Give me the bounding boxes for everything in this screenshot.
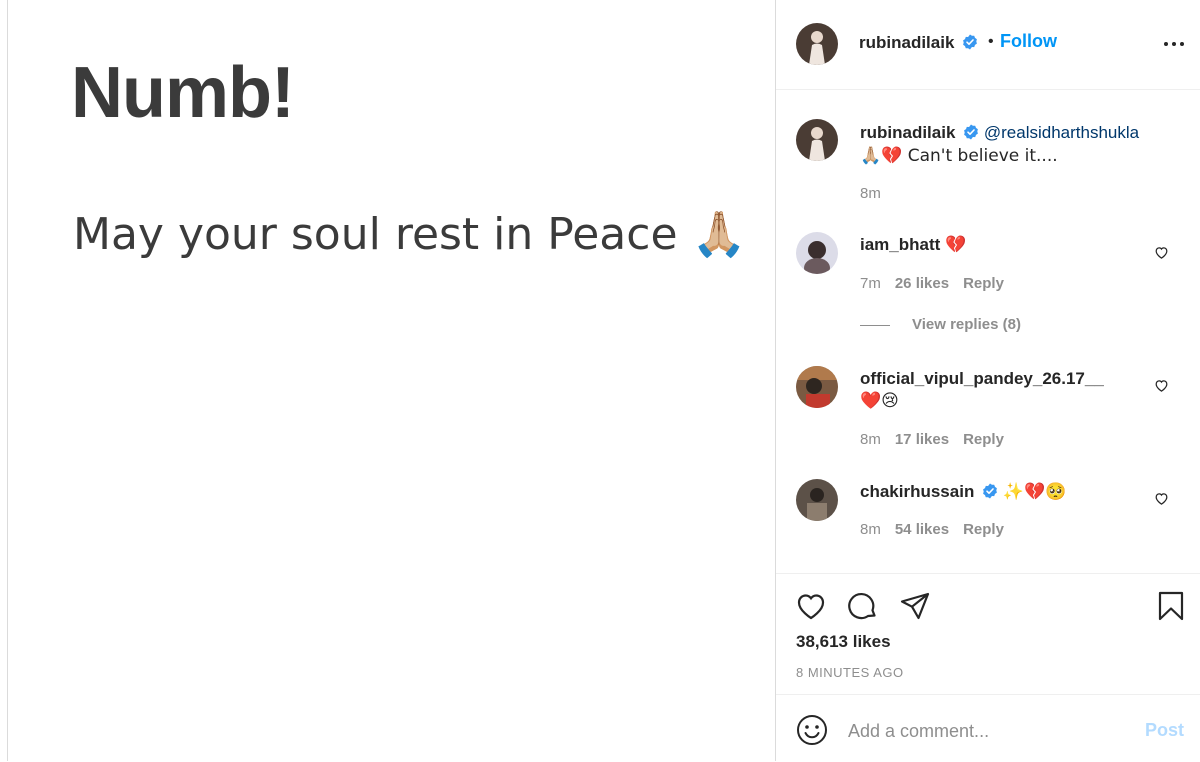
comment-line: chakirhussain ✨💔🥺 (860, 482, 1066, 502)
commenter-avatar[interactable] (796, 366, 838, 408)
commenter-avatar[interactable] (796, 479, 838, 521)
comment-line: official_vipul_pandey_26.17__ (860, 369, 1104, 389)
post-comment-button[interactable]: Post (1145, 720, 1184, 741)
author-name-row: rubinadilaik (859, 33, 978, 53)
view-replies-line (860, 324, 890, 326)
reply-button[interactable]: Reply (963, 431, 1004, 448)
post-timestamp: 8 MINUTES AGO (796, 665, 904, 680)
view-replies-label: View replies (8) (912, 316, 1021, 333)
caption-text: 🙏🏼💔 Can't believe it.... (860, 146, 1058, 166)
comment-likes[interactable]: 26 likes (895, 275, 949, 292)
header-separator: • (988, 33, 994, 50)
share-paper-plane-icon[interactable] (899, 590, 931, 622)
comment-meta: 7m 26 likes Reply (860, 275, 1004, 292)
post-heading: Numb! (71, 53, 295, 133)
comment-meta: 8m 54 likes Reply (860, 521, 1004, 538)
verified-badge-icon (983, 483, 997, 499)
verified-badge-icon (964, 124, 979, 140)
like-comment-heart-icon[interactable] (1154, 245, 1169, 260)
caption-avatar[interactable] (796, 119, 838, 161)
caption-mention[interactable]: @realsidharthshukla (984, 123, 1139, 142)
post-actions: 38,613 likes 8 MINUTES AGO (776, 573, 1200, 695)
likes-count[interactable]: 38,613 likes (796, 632, 891, 652)
add-comment-bar: Post (776, 694, 1200, 762)
comment-text: ✨💔🥺 (1002, 482, 1067, 502)
caption-time: 8m (860, 185, 881, 202)
like-heart-icon[interactable] (795, 590, 827, 622)
commenter-username[interactable]: chakirhussain (860, 482, 974, 501)
comment-line: iam_bhatt 💔 (860, 235, 966, 255)
comment-time: 8m (860, 431, 881, 448)
caption-line: rubinadilaik @realsidharthshukla (860, 123, 1139, 143)
comment-meta: 8m 17 likes Reply (860, 431, 1004, 448)
reply-button[interactable]: Reply (963, 275, 1004, 292)
view-replies-button[interactable]: View replies (8) (860, 316, 1021, 333)
comment-input[interactable] (846, 715, 1130, 747)
comment-text: 💔 (945, 235, 967, 255)
follow-button[interactable]: Follow (1000, 31, 1057, 52)
comment-likes[interactable]: 17 likes (895, 431, 949, 448)
commenter-username[interactable]: official_vipul_pandey_26.17__ (860, 369, 1104, 388)
comment-time: 7m (860, 275, 881, 292)
comments-list[interactable]: rubinadilaik @realsidharthshukla 🙏🏼💔 Can… (776, 90, 1200, 573)
comment-time: 8m (860, 521, 881, 538)
like-comment-heart-icon[interactable] (1154, 378, 1169, 393)
reply-button[interactable]: Reply (963, 521, 1004, 538)
verified-badge-icon (962, 34, 977, 50)
commenter-username[interactable]: iam_bhatt (860, 235, 940, 254)
post-image[interactable]: Numb! May your soul rest in Peace 🙏🏼 (8, 0, 775, 761)
author-username[interactable]: rubinadilaik (859, 33, 954, 52)
caption-username[interactable]: rubinadilaik (860, 123, 955, 142)
author-avatar[interactable] (796, 23, 838, 65)
comment-text: ❤️😢 (860, 391, 899, 411)
commenter-avatar[interactable] (796, 232, 838, 274)
like-comment-heart-icon[interactable] (1154, 491, 1169, 506)
post-subtext: May your soul rest in Peace 🙏🏼 (73, 209, 747, 260)
emoji-smiley-icon[interactable] (796, 714, 828, 746)
comment-bubble-icon[interactable] (847, 590, 879, 622)
more-options-icon[interactable] (1162, 32, 1186, 56)
comment-likes[interactable]: 54 likes (895, 521, 949, 538)
save-bookmark-icon[interactable] (1155, 590, 1187, 622)
post-side-panel: rubinadilaik • Follow rubinadilaik @real… (775, 0, 1200, 761)
post-header: rubinadilaik • Follow (776, 0, 1200, 90)
